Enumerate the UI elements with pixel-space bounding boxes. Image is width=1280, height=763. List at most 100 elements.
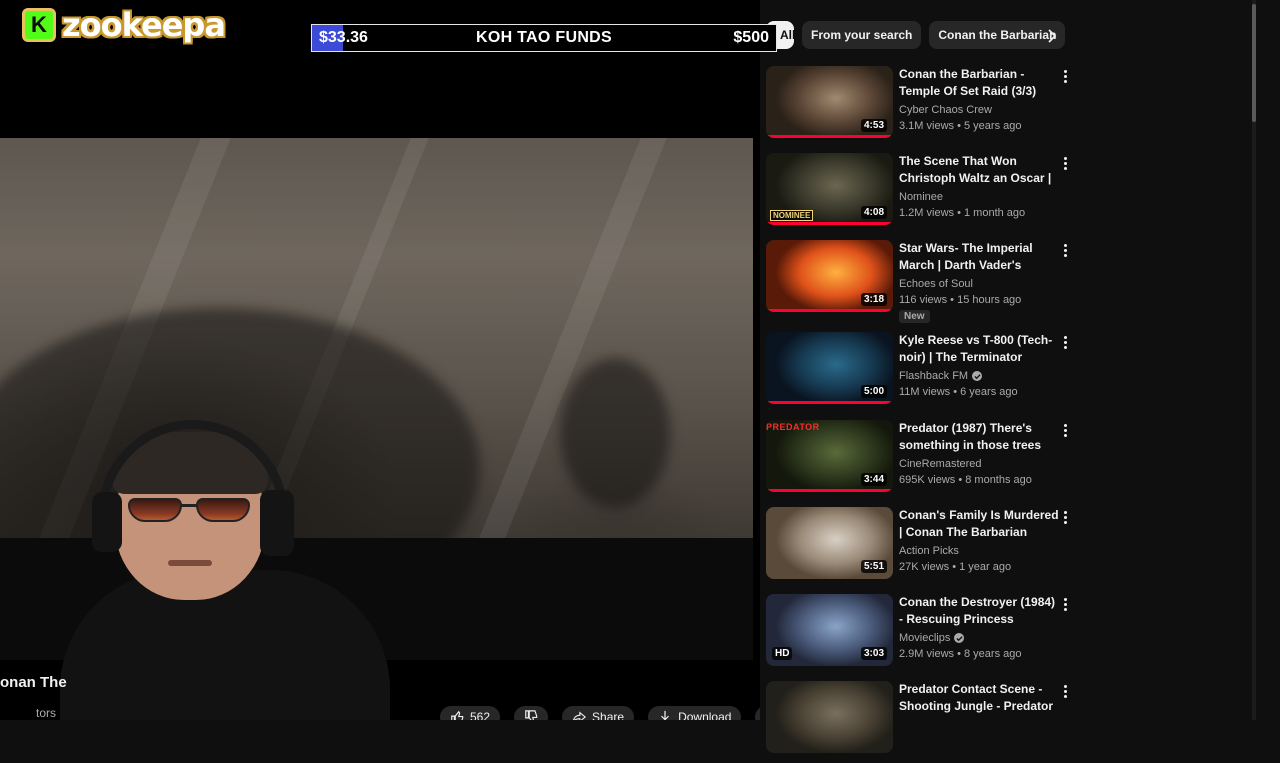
channel-row: Echoes of Soul xyxy=(899,278,1059,290)
video-thumbnail[interactable]: NOMINEE 4:08 xyxy=(766,153,893,225)
video-thumbnail[interactable]: 5:00 xyxy=(766,332,893,404)
recommendation-item[interactable]: PREDATOR 3:44 Predator (1987) There's some… xyxy=(766,420,1076,502)
recommendation-item[interactable]: HD 3:03 Conan the Destroyer (1984) - Rescu… xyxy=(766,594,1076,676)
duration-badge: 5:51 xyxy=(860,560,887,573)
channel-name[interactable]: Action Picks xyxy=(899,545,959,557)
kebab-dot xyxy=(1063,253,1067,257)
download-button[interactable]: Download xyxy=(648,706,742,720)
more-options-icon[interactable] xyxy=(1058,420,1072,440)
lens xyxy=(128,498,182,522)
recommendation-item[interactable]: 3:18 Star Wars- The Imperial March | Dart… xyxy=(766,240,1076,323)
video-thumbnail[interactable]: 4:53 xyxy=(766,66,893,138)
stats-separator: • xyxy=(947,294,958,306)
channel-name[interactable]: tors xyxy=(36,706,56,720)
recommendation-item[interactable]: 5:51 Conan's Family Is Murdered | Conan T… xyxy=(766,507,1076,589)
video-thumbnail[interactable]: 5:51 xyxy=(766,507,893,579)
more-options-icon[interactable] xyxy=(1058,594,1072,614)
watch-progress-bar xyxy=(766,401,893,404)
player-area: onan The tors 562 Share Download ... K z… xyxy=(0,0,760,720)
kebab-dot xyxy=(1063,515,1067,519)
channel-row: Action Picks xyxy=(899,545,1059,557)
filter-chips: All From your search Conan the Barbarian xyxy=(766,21,1066,49)
upload-age: 8 years ago xyxy=(964,648,1022,660)
kebab-dot xyxy=(1063,607,1067,611)
share-label: Share xyxy=(592,710,625,720)
channel-name[interactable]: Echoes of Soul xyxy=(899,278,973,290)
stats-separator: • xyxy=(955,474,966,486)
video-thumbnail[interactable]: PREDATOR 3:44 xyxy=(766,420,893,492)
more-options-icon[interactable] xyxy=(1058,507,1072,527)
video-meta: Kyle Reese vs T-800 (Tech-noir) | The Te… xyxy=(899,332,1059,398)
share-button[interactable]: Share xyxy=(562,706,635,720)
channel-name[interactable]: Cyber Chaos Crew xyxy=(899,104,992,116)
video-title[interactable]: Conan's Family Is Murdered | Conan The B… xyxy=(899,507,1059,541)
video-stats: 27K views • 1 year ago xyxy=(899,561,1059,573)
kebab-dot xyxy=(1063,520,1067,524)
video-thumbnail[interactable] xyxy=(766,681,893,753)
webcam-mouth xyxy=(168,560,212,566)
more-options-icon[interactable] xyxy=(1058,153,1072,173)
more-options-icon[interactable] xyxy=(1058,240,1072,260)
video-title[interactable]: Kyle Reese vs T-800 (Tech-noir) | The Te… xyxy=(899,332,1059,366)
channel-name[interactable]: CineRemastered xyxy=(899,458,982,470)
funds-goal: $500 xyxy=(733,29,769,46)
more-options-icon[interactable] xyxy=(1058,681,1072,701)
watch-progress-bar xyxy=(766,222,893,225)
thumbnail-tag: NOMINEE xyxy=(770,210,814,221)
new-badge: New xyxy=(899,310,930,323)
kebab-dot xyxy=(1063,345,1067,349)
video-meta: Conan the Destroyer (1984) - Rescuing Pr… xyxy=(899,594,1059,660)
recommendation-item[interactable]: 5:00 Kyle Reese vs T-800 (Tech-noir) | Th… xyxy=(766,332,1076,414)
video-meta: Predator Contact Scene - Shooting Jungle… xyxy=(899,681,1059,715)
more-options-icon[interactable] xyxy=(1058,66,1072,86)
recommendation-item[interactable]: NOMINEE 4:08 The Scene That Won Christoph … xyxy=(766,153,1076,235)
chip-from-your-search[interactable]: From your search xyxy=(802,21,922,49)
kebab-dot xyxy=(1063,694,1067,698)
scrollbar-thumb[interactable] xyxy=(1252,4,1256,122)
chips-next-button[interactable] xyxy=(1038,22,1066,50)
download-label: Download xyxy=(678,710,732,720)
kebab-dot xyxy=(1063,428,1067,432)
kebab-dot xyxy=(1063,510,1067,514)
view-count: 11M views xyxy=(899,386,951,398)
duration-badge: 4:53 xyxy=(860,119,887,132)
channel-name[interactable]: Flashback FM xyxy=(899,370,968,382)
chevron-right-icon xyxy=(1048,29,1057,43)
channel-name[interactable]: Nominee xyxy=(899,191,943,203)
watch-progress-bar xyxy=(766,135,893,138)
video-title[interactable]: Conan the Barbarian - Temple Of Set Raid… xyxy=(899,66,1059,100)
dislike-button[interactable] xyxy=(514,706,549,720)
video-meta: Predator (1987) There's something in tho… xyxy=(899,420,1059,486)
recommendation-item[interactable]: 4:53 Conan the Barbarian - Temple Of Set … xyxy=(766,66,1076,148)
video-title[interactable]: Star Wars- The Imperial March | Darth Va… xyxy=(899,240,1059,274)
duration-badge: 3:03 xyxy=(860,647,887,660)
recommendation-item[interactable]: Predator Contact Scene - Shooting Jungle… xyxy=(766,681,1076,763)
more-options-icon[interactable] xyxy=(1058,332,1072,352)
video-title[interactable]: Predator Contact Scene - Shooting Jungle… xyxy=(899,681,1059,715)
like-button[interactable]: 562 xyxy=(440,706,501,720)
channel-row: CineRemastered xyxy=(899,458,1059,470)
view-count: 2.9M views xyxy=(899,648,955,660)
headset-earcup xyxy=(92,492,122,552)
hd-badge: HD xyxy=(772,647,793,660)
stats-separator: • xyxy=(949,561,960,573)
kebab-dot xyxy=(1063,79,1067,83)
video-title[interactable]: Conan the Destroyer (1984) - Rescuing Pr… xyxy=(899,594,1059,628)
video-thumbnail[interactable]: 3:18 xyxy=(766,240,893,312)
video-title[interactable]: Predator (1987) There's something in tho… xyxy=(899,420,1059,454)
kick-logo-icon: K xyxy=(22,8,56,42)
video-title[interactable]: The Scene That Won Christoph Waltz an Os… xyxy=(899,153,1059,187)
upload-age: 8 months ago xyxy=(965,474,1032,486)
kebab-dot xyxy=(1063,161,1067,165)
webcam-overlay xyxy=(40,420,400,720)
view-count: 1.2M views xyxy=(899,207,955,219)
video-stats: 1.2M views • 1 month ago xyxy=(899,207,1059,219)
channel-name[interactable]: Movieclips xyxy=(899,632,950,644)
thumbnail-label: PREDATOR xyxy=(766,422,820,432)
thumbs-down-icon xyxy=(525,710,538,720)
video-meta: Conan's Family Is Murdered | Conan The B… xyxy=(899,507,1059,573)
video-thumbnail[interactable]: HD 3:03 xyxy=(766,594,893,666)
video-stats: 11M views • 6 years ago xyxy=(899,386,1059,398)
video-stats: 2.9M views • 8 years ago xyxy=(899,648,1059,660)
upload-age: 1 year ago xyxy=(959,561,1012,573)
